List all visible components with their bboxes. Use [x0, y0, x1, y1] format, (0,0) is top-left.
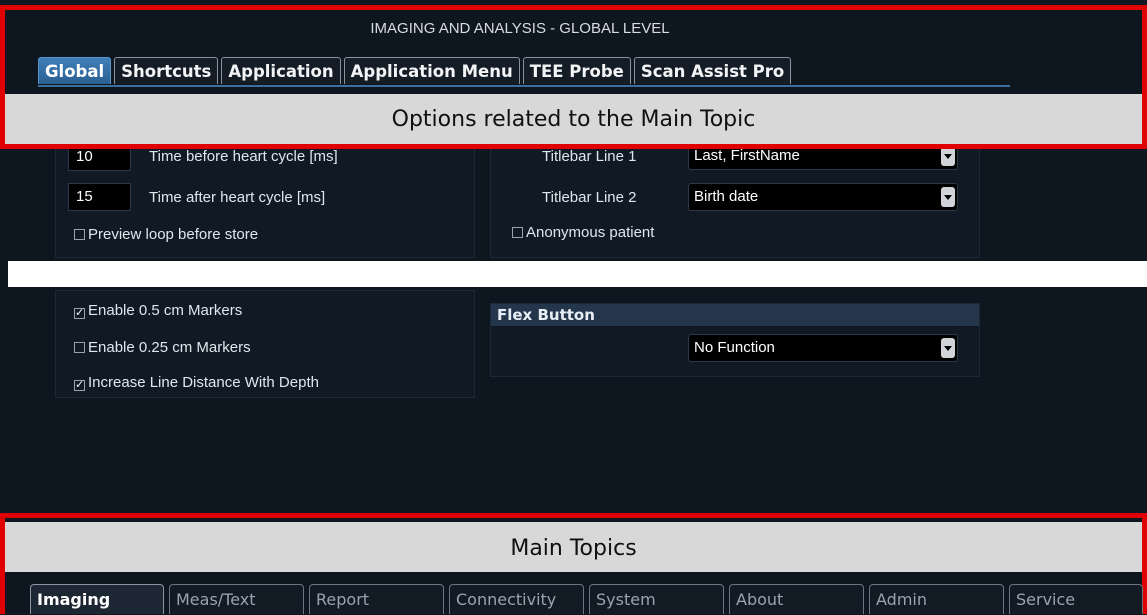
- main-tab-about[interactable]: About: [729, 584, 864, 614]
- marker-05-label: Enable 0.5 cm Markers: [88, 302, 243, 319]
- marker-025-option[interactable]: Enable 0.25 cm Markers: [74, 339, 251, 356]
- main-tab-system[interactable]: System: [589, 584, 724, 614]
- titlebar-line1-label: Titlebar Line 1: [542, 148, 637, 165]
- time-after-input[interactable]: 15: [68, 183, 131, 211]
- options-annotation-label: Options related to the Main Topic: [5, 94, 1142, 144]
- anonymous-patient-checkbox[interactable]: [512, 227, 523, 238]
- main-tab-meas-text[interactable]: Meas/Text: [169, 584, 304, 614]
- depth-line-label: Increase Line Distance With Depth: [88, 374, 319, 391]
- main-topics-annotation-label: Main Topics: [5, 522, 1142, 572]
- titlebar-line1-value: Last, FirstName: [694, 147, 800, 164]
- main-tab-connectivity[interactable]: Connectivity: [449, 584, 584, 614]
- marker-025-checkbox[interactable]: [74, 342, 85, 353]
- flex-button-value: No Function: [694, 339, 775, 356]
- dropdown-arrow-icon: [941, 146, 955, 166]
- main-tab-report[interactable]: Report: [309, 584, 444, 614]
- depth-line-checkbox[interactable]: ✓: [74, 380, 85, 391]
- flex-button-select[interactable]: No Function: [688, 334, 958, 362]
- time-after-label: Time after heart cycle [ms]: [149, 189, 326, 206]
- time-before-label: Time before heart cycle [ms]: [149, 148, 338, 165]
- main-tab-admin[interactable]: Admin: [869, 584, 1004, 614]
- dropdown-arrow-icon: [941, 187, 955, 207]
- marker-05-option[interactable]: ✓ Enable 0.5 cm Markers: [74, 302, 242, 319]
- titlebar-line2-select[interactable]: Birth date: [688, 183, 958, 211]
- depth-line-option[interactable]: ✓ Increase Line Distance With Depth: [74, 374, 319, 391]
- dropdown-arrow-icon: [941, 338, 955, 358]
- preview-loop-label: Preview loop before store: [88, 226, 259, 243]
- anonymous-patient-label: Anonymous patient: [526, 224, 655, 241]
- preview-loop-checkbox[interactable]: [74, 229, 85, 240]
- main-tab-imaging[interactable]: Imaging: [30, 584, 164, 614]
- titlebar-line2-value: Birth date: [694, 188, 759, 205]
- main-tab-service[interactable]: Service: [1009, 584, 1143, 614]
- marker-025-label: Enable 0.25 cm Markers: [88, 339, 251, 356]
- anonymous-patient-option[interactable]: Anonymous patient: [512, 224, 654, 241]
- section-separator: [8, 261, 1147, 287]
- preview-loop-option[interactable]: Preview loop before store: [74, 226, 258, 243]
- titlebar-line2-label: Titlebar Line 2: [542, 189, 637, 206]
- flex-button-title: Flex Button: [491, 304, 979, 326]
- marker-05-checkbox[interactable]: ✓: [74, 308, 85, 319]
